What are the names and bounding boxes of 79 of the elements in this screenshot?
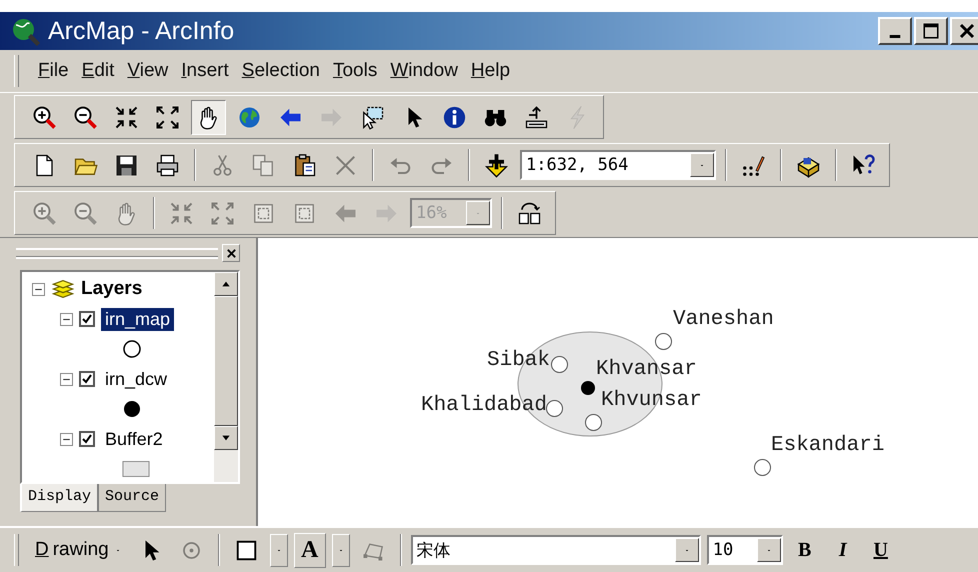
collapse-toggle[interactable] — [60, 432, 73, 446]
add-data-icon — [484, 152, 509, 178]
place-label: Khvunsar — [601, 390, 702, 411]
paste-icon — [292, 152, 317, 178]
maximize-button[interactable] — [914, 17, 948, 45]
menu-item[interactable]: Edit — [82, 60, 114, 82]
scrollbar[interactable] — [214, 272, 238, 482]
filled-circle-symbol — [122, 399, 142, 419]
hand-button[interactable] — [191, 100, 226, 134]
checkmark-icon — [81, 433, 93, 445]
printer-icon — [155, 152, 180, 178]
collapse-toggle[interactable] — [60, 372, 73, 386]
dropdown-button[interactable] — [690, 153, 714, 177]
hollow-circle-symbol — [122, 339, 142, 359]
copy-icon — [251, 152, 276, 178]
scroll-thumb[interactable] — [214, 296, 238, 426]
checkmark-icon — [81, 313, 93, 325]
place-label: Eskandari — [771, 435, 884, 456]
italic-button[interactable]: I — [826, 532, 859, 568]
underline-button[interactable]: U — [864, 532, 897, 568]
place-label: Khvansar — [596, 359, 697, 380]
menu-item[interactable]: Tools — [332, 60, 378, 82]
bold-button[interactable]: B — [788, 532, 821, 568]
zoom-out-arrows-icon — [210, 200, 235, 226]
scroll-down-button[interactable] — [214, 426, 238, 450]
panel-grip[interactable] — [16, 248, 218, 258]
help-pointer-icon — [851, 152, 876, 178]
close-icon — [958, 22, 976, 40]
menu-item[interactable]: Help — [470, 60, 510, 82]
dropdown-button[interactable] — [756, 538, 781, 562]
zoom-out-icon — [73, 104, 98, 130]
close-button[interactable] — [950, 17, 978, 45]
layer-checkbox[interactable] — [79, 431, 95, 447]
zoom-in-arrows-icon — [169, 200, 194, 226]
layout-toggle-icon — [517, 200, 542, 226]
place-label: Khalidabad — [420, 395, 547, 416]
checkmark-icon — [81, 373, 93, 385]
globe-icon — [237, 104, 262, 130]
close-button[interactable] — [222, 244, 240, 262]
layers-icon — [51, 277, 75, 301]
place-label: Vaneshan — [673, 309, 774, 330]
menu-item[interactable]: Insert — [181, 60, 229, 82]
menu-item[interactable]: View — [127, 60, 168, 82]
panel-tab[interactable]: Display — [20, 484, 98, 512]
zoom-out-icon — [73, 200, 98, 226]
layer-name[interactable]: Buffer2 — [101, 428, 167, 450]
zoom-in-icon — [32, 104, 57, 130]
save-icon — [114, 152, 139, 178]
place-label: Sibak — [486, 350, 550, 371]
collapse-toggle[interactable] — [32, 282, 45, 296]
select-box-icon — [360, 104, 385, 130]
polygon-symbol — [122, 459, 150, 479]
zoom-out-arrows-icon — [155, 104, 180, 130]
zoom-in-icon — [32, 200, 57, 226]
font-color-button[interactable]: A — [294, 532, 326, 568]
minimize-icon — [889, 35, 901, 38]
menu-item[interactable]: Window — [390, 60, 458, 82]
font-size-combo[interactable]: 10 — [706, 535, 783, 565]
scroll-up-button[interactable] — [214, 272, 238, 296]
close-icon — [226, 248, 236, 258]
info-icon — [442, 104, 467, 130]
layers-label: Layers — [81, 278, 142, 300]
scale-combo[interactable]: 1:632, 564 — [520, 150, 716, 180]
panel-tab[interactable]: Source — [98, 484, 166, 512]
maximize-icon — [922, 22, 940, 40]
globe-magnifier-icon — [10, 16, 40, 46]
window-title: ArcMap - ArcInfo — [48, 16, 234, 46]
layer-checkbox[interactable] — [79, 371, 95, 387]
zoom-in-arrows-icon — [114, 104, 139, 130]
layer-name[interactable]: irn_map — [101, 308, 174, 330]
dropdown-button[interactable] — [674, 538, 699, 562]
menu-item[interactable]: File — [38, 60, 69, 82]
layer-checkbox[interactable] — [79, 311, 95, 327]
collapse-toggle[interactable] — [60, 312, 73, 326]
menu-item[interactable]: Selection — [242, 60, 320, 82]
minimize-button[interactable] — [878, 17, 912, 45]
font-combo[interactable]: 宋体 — [410, 535, 701, 565]
tray-icon — [524, 104, 549, 130]
layer-name[interactable]: irn_dcw — [101, 368, 172, 390]
